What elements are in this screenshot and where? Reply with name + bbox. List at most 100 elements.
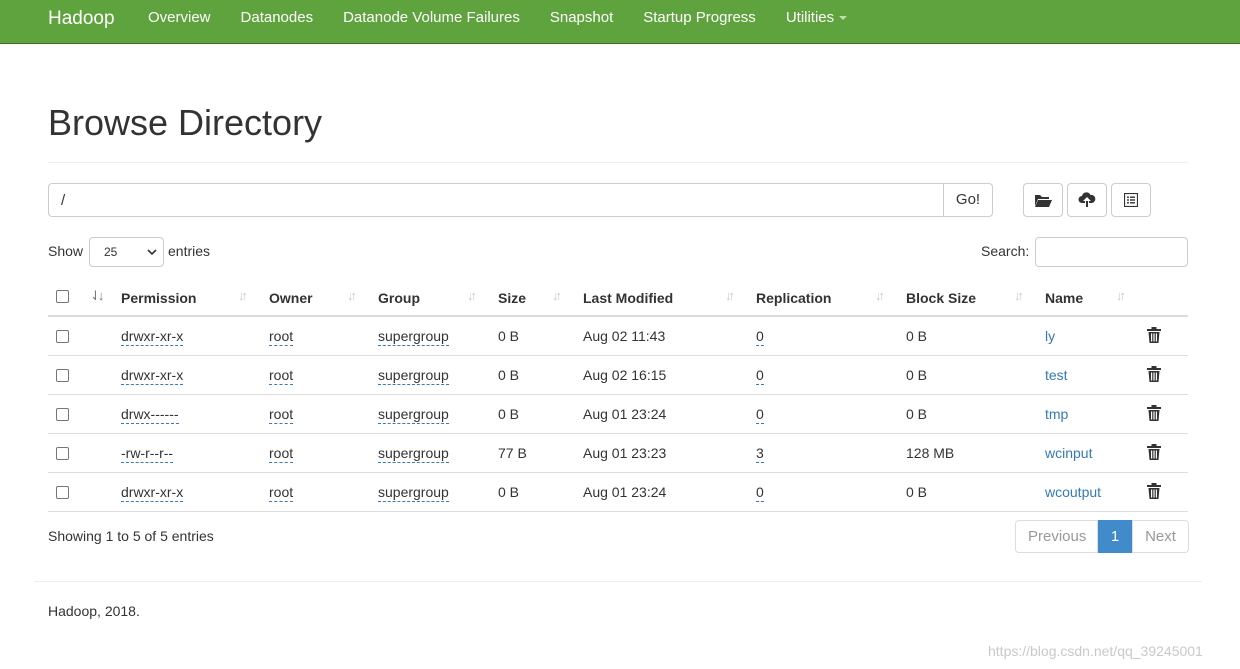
- previous-page-button[interactable]: Previous: [1015, 520, 1098, 553]
- nav-datanode-volume-failures[interactable]: Datanode Volume Failures: [328, 0, 535, 36]
- pagination: Previous 1 Next: [1015, 520, 1189, 553]
- owner-cell[interactable]: root: [269, 445, 294, 463]
- show-label: Show: [48, 243, 84, 259]
- replication-cell[interactable]: 3: [756, 445, 764, 463]
- select-all-checkbox[interactable]: [56, 290, 69, 303]
- modified-cell: Aug 01 23:24: [583, 484, 667, 500]
- search-input[interactable]: [1035, 237, 1188, 267]
- header-name[interactable]: Name: [1045, 290, 1083, 306]
- trash-icon[interactable]: [1147, 327, 1161, 343]
- list-alt-icon: [1124, 193, 1138, 207]
- chevron-down-icon: [147, 249, 157, 256]
- trash-icon[interactable]: [1147, 483, 1161, 499]
- block-size-cell: 0 B: [906, 328, 928, 344]
- entries-summary: Showing 1 to 5 of 5 entries: [48, 528, 214, 544]
- modified-cell: Aug 02 16:15: [583, 367, 667, 383]
- title-divider: [48, 162, 1188, 163]
- size-cell: 77 B: [498, 445, 527, 461]
- cloud-upload-icon: [1078, 192, 1096, 207]
- row-checkbox[interactable]: [56, 330, 69, 343]
- owner-cell[interactable]: root: [269, 484, 294, 502]
- permission-cell[interactable]: drwx------: [121, 406, 179, 424]
- next-page-button[interactable]: Next: [1132, 520, 1189, 553]
- size-cell: 0 B: [498, 367, 520, 383]
- trash-icon[interactable]: [1147, 366, 1161, 382]
- row-checkbox[interactable]: [56, 369, 69, 382]
- name-link[interactable]: test: [1045, 367, 1068, 383]
- block-size-cell: 0 B: [906, 484, 928, 500]
- header-last-modified[interactable]: Last Modified: [583, 290, 673, 306]
- header-owner[interactable]: Owner: [269, 290, 313, 306]
- table-row: drwxr-xr-x root supergroup 0 B Aug 01 23…: [48, 473, 1188, 512]
- caret-down-icon: [839, 16, 848, 21]
- sort-icon[interactable]: ↓↑: [875, 288, 885, 303]
- modified-cell: Aug 01 23:24: [583, 406, 667, 422]
- replication-cell[interactable]: 0: [756, 328, 764, 346]
- owner-cell[interactable]: root: [269, 328, 294, 346]
- page-title: Browse Directory: [48, 102, 323, 143]
- footer-text: Hadoop, 2018.: [48, 603, 140, 619]
- brand-link[interactable]: Hadoop: [48, 8, 115, 30]
- group-cell[interactable]: supergroup: [378, 484, 449, 502]
- name-link[interactable]: wcinput: [1045, 445, 1092, 461]
- sort-icon[interactable]: ↓↑: [347, 288, 357, 303]
- create-directory-button[interactable]: [1023, 183, 1063, 217]
- owner-cell[interactable]: root: [269, 406, 294, 424]
- page-1-button[interactable]: 1: [1098, 520, 1132, 553]
- group-cell[interactable]: supergroup: [378, 406, 449, 424]
- nav-snapshot[interactable]: Snapshot: [535, 0, 628, 36]
- permission-cell[interactable]: -rw-r--r--: [121, 445, 174, 463]
- permission-cell[interactable]: drwxr-xr-x: [121, 367, 184, 385]
- modified-cell: Aug 02 11:43: [583, 328, 666, 344]
- entries-select-value: 25: [104, 245, 118, 259]
- replication-cell[interactable]: 0: [756, 406, 764, 424]
- nav-utilities-dropdown[interactable]: Utilities: [771, 0, 862, 36]
- name-link[interactable]: tmp: [1045, 406, 1068, 422]
- size-cell: 0 B: [498, 484, 520, 500]
- sort-icon[interactable]: ↓↑: [1014, 288, 1024, 303]
- sort-asc-icon[interactable]: ⇃↓: [90, 288, 105, 304]
- sort-icon[interactable]: ↓↑: [238, 288, 248, 303]
- sort-icon[interactable]: ↓↑: [725, 288, 735, 303]
- nav-overview[interactable]: Overview: [133, 0, 226, 36]
- modified-cell: Aug 01 23:23: [583, 445, 667, 461]
- size-cell: 0 B: [498, 406, 520, 422]
- group-cell[interactable]: supergroup: [378, 367, 449, 385]
- header-permission[interactable]: Permission: [121, 290, 196, 306]
- row-checkbox[interactable]: [56, 486, 69, 499]
- owner-cell[interactable]: root: [269, 367, 294, 385]
- row-checkbox[interactable]: [56, 408, 69, 421]
- entries-per-page-select[interactable]: 25: [89, 237, 164, 267]
- cut-paste-button[interactable]: [1111, 183, 1151, 217]
- replication-cell[interactable]: 0: [756, 484, 764, 502]
- name-link[interactable]: wcoutput: [1045, 484, 1101, 500]
- group-cell[interactable]: supergroup: [378, 445, 449, 463]
- header-block-size[interactable]: Block Size: [906, 290, 976, 306]
- permission-cell[interactable]: drwxr-xr-x: [121, 484, 184, 502]
- table-row: -rw-r--r-- root supergroup 77 B Aug 01 2…: [48, 434, 1188, 473]
- top-navbar: Hadoop Overview Datanodes Datanode Volum…: [0, 0, 1240, 44]
- directory-path-input[interactable]: [48, 183, 944, 217]
- replication-cell[interactable]: 0: [756, 367, 764, 385]
- sort-icon[interactable]: ↓↑: [467, 288, 477, 303]
- go-button[interactable]: Go!: [943, 183, 993, 217]
- trash-icon[interactable]: [1147, 405, 1161, 421]
- name-link[interactable]: ly: [1045, 328, 1055, 344]
- nav-startup-progress[interactable]: Startup Progress: [628, 0, 771, 36]
- table-header-row: ⇃↓ Permission ↓↑ Owner ↓↑ Group ↓↑ Size …: [48, 278, 1188, 317]
- sort-icon[interactable]: ↓↑: [552, 288, 562, 303]
- header-size[interactable]: Size: [498, 290, 526, 306]
- nav-datanodes[interactable]: Datanodes: [226, 0, 329, 36]
- header-group[interactable]: Group: [378, 290, 420, 306]
- header-replication[interactable]: Replication: [756, 290, 831, 306]
- trash-icon[interactable]: [1147, 444, 1161, 460]
- row-checkbox[interactable]: [56, 447, 69, 460]
- sort-icon[interactable]: ↓↑: [1116, 288, 1126, 303]
- upload-file-button[interactable]: [1067, 183, 1107, 217]
- block-size-cell: 128 MB: [906, 445, 955, 461]
- permission-cell[interactable]: drwxr-xr-x: [121, 328, 184, 346]
- group-cell[interactable]: supergroup: [378, 328, 449, 346]
- table-row: drwxr-xr-x root supergroup 0 B Aug 02 16…: [48, 356, 1188, 395]
- block-size-cell: 0 B: [906, 367, 928, 383]
- size-cell: 0 B: [498, 328, 520, 344]
